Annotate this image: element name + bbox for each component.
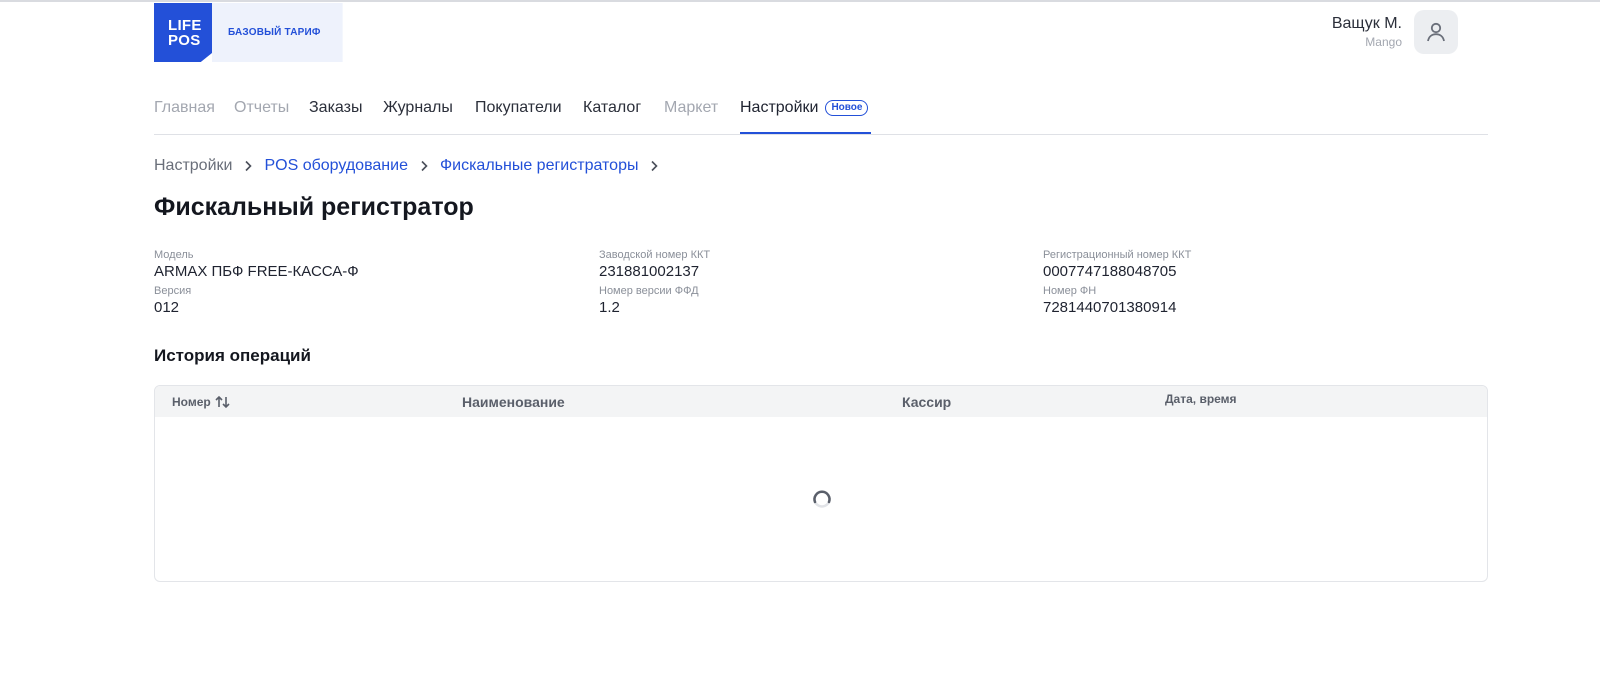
breadcrumb-fiscal-registers[interactable]: Фискальные регистраторы	[440, 157, 639, 175]
info-column-model: Модель ARMAX ПБФ FREE-КАССА-Ф Версия 012	[154, 248, 359, 318]
nav-item-settings-label: Настройки	[740, 99, 819, 116]
page-title: Фискальный регистратор	[154, 193, 474, 221]
model-value: ARMAX ПБФ FREE-КАССА-Ф	[154, 263, 359, 280]
loading-spinner-icon	[813, 490, 831, 508]
version-value: 012	[154, 299, 180, 316]
info-column-registration: Регистрационный номер ККТ 00077471880487…	[1043, 248, 1191, 318]
serial-label: Заводской номер ККТ	[599, 249, 711, 261]
breadcrumb-settings[interactable]: Настройки	[154, 157, 232, 175]
breadcrumb: Настройки POS оборудование Фискальные ре…	[154, 157, 670, 175]
brand-logo[interactable]: LIFE POS БАЗОВЫЙ ТАРИФ	[154, 3, 343, 62]
ffd-label: Номер версии ФФД	[599, 285, 699, 297]
nav-item-settings[interactable]: Настройки Новое	[740, 99, 869, 117]
info-column-serial: Заводской номер ККТ 231881002137 Номер в…	[599, 248, 710, 318]
chevron-right-icon	[650, 160, 659, 172]
main-nav: Главная Отчеты Заказы Журналы Покупатели…	[154, 96, 1488, 135]
model-label: Модель	[154, 249, 194, 261]
column-header-datetime[interactable]: Дата, время	[1165, 392, 1237, 406]
version-label: Версия	[154, 285, 192, 297]
logo-line1: LIFE	[168, 16, 202, 34]
nav-item-customers[interactable]: Покупатели	[475, 99, 562, 117]
nav-item-catalog[interactable]: Каталог	[583, 99, 641, 117]
avatar[interactable]	[1414, 10, 1458, 54]
top-border	[0, 0, 1600, 2]
column-header-name[interactable]: Наименование	[462, 394, 565, 410]
table-header: Номер Наименование Кассир Дата, время	[155, 386, 1487, 417]
user-org: Mango	[1365, 35, 1402, 49]
fn-label: Номер ФН	[1043, 285, 1097, 297]
user-name: Ващук М.	[1331, 15, 1402, 32]
nav-item-reports[interactable]: Отчеты	[234, 99, 289, 117]
tariff-label: БАЗОВЫЙ ТАРИФ	[212, 3, 343, 62]
nav-item-orders[interactable]: Заказы	[309, 99, 362, 117]
chevron-right-icon	[420, 160, 428, 172]
sort-icon	[215, 395, 230, 409]
chevron-right-icon	[244, 160, 253, 172]
nav-item-home[interactable]: Главная	[154, 99, 215, 117]
lifepos-logo: LIFE POS	[154, 3, 214, 62]
serial-value: 231881002137	[599, 263, 700, 280]
new-badge: Новое	[825, 100, 869, 116]
fn-value: 7281440701380914	[1043, 299, 1177, 316]
active-tab-indicator	[740, 132, 871, 134]
ffd-value: 1.2	[599, 299, 620, 316]
reg-label: Регистрационный номер ККТ	[1043, 249, 1192, 261]
breadcrumb-pos-equipment[interactable]: POS оборудование	[264, 157, 408, 175]
nav-item-market[interactable]: Маркет	[664, 99, 718, 117]
nav-item-journals[interactable]: Журналы	[383, 99, 453, 117]
user-menu[interactable]: Ващук М. Mango	[1332, 10, 1458, 54]
column-header-number[interactable]: Номер	[172, 395, 232, 409]
column-header-cashier[interactable]: Кассир	[902, 394, 951, 410]
reg-value: 0007747188048705	[1043, 263, 1177, 280]
user-icon	[1427, 22, 1445, 42]
column-header-number-label: Номер	[172, 395, 211, 409]
logo-line2: POS	[168, 31, 201, 49]
history-table: Номер Наименование Кассир Дата, время	[154, 385, 1488, 582]
history-title: История операций	[154, 346, 311, 365]
